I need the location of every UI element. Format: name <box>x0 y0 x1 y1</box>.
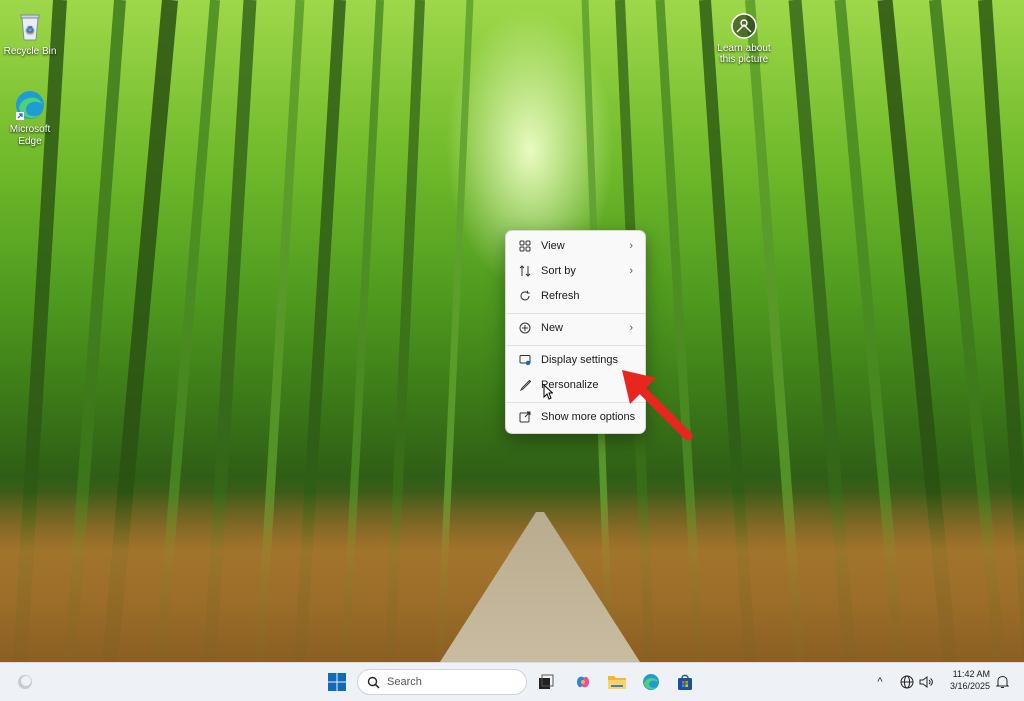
menu-item-new[interactable]: New › <box>510 316 641 340</box>
menu-divider <box>506 345 645 346</box>
task-view-icon <box>539 674 554 689</box>
taskbar: Search ^ 11:42 AM 3/16/2025 <box>0 662 1024 701</box>
microsoft-store-button[interactable] <box>672 669 698 695</box>
chevron-right-icon: › <box>629 322 633 334</box>
menu-item-label: New <box>541 322 564 334</box>
copilot-button[interactable] <box>570 669 596 695</box>
desktop-icon-label: Microsoft Edge <box>9 124 51 147</box>
menu-item-label: Display settings <box>541 354 619 366</box>
desktop-icon-label: Recycle Bin <box>3 46 57 57</box>
menu-item-sort-by[interactable]: Sort by › <box>510 259 641 283</box>
camera-lens-icon <box>730 12 758 40</box>
menu-item-refresh[interactable]: Refresh <box>510 284 641 308</box>
menu-item-label: View <box>541 240 565 252</box>
mouse-cursor-icon <box>543 383 554 405</box>
red-annotation-arrow-icon <box>610 362 700 447</box>
menu-item-label: Sort by <box>541 265 576 277</box>
globe-network-icon <box>900 675 914 689</box>
menu-item-label: Refresh <box>541 290 580 302</box>
volume-button[interactable] <box>916 669 936 695</box>
chevron-up-icon: ^ <box>877 676 883 688</box>
svg-text:♻: ♻ <box>26 25 35 36</box>
recycle-bin-icon: ♻ <box>13 10 47 44</box>
weather-widget-icon <box>18 675 32 689</box>
show-hidden-icons-button[interactable]: ^ <box>870 669 890 695</box>
notifications-button[interactable] <box>992 669 1012 695</box>
start-button[interactable] <box>324 669 350 695</box>
network-button[interactable] <box>897 669 917 695</box>
clock[interactable]: 11:42 AM 3/16/2025 <box>950 668 990 692</box>
windows-logo-icon <box>328 673 346 691</box>
widgets-button[interactable] <box>12 669 38 695</box>
new-plus-icon <box>518 321 532 335</box>
edge-taskbar-button[interactable] <box>638 669 664 695</box>
speaker-icon <box>919 676 933 688</box>
copilot-icon <box>577 676 589 688</box>
personalize-brush-icon <box>518 378 532 392</box>
bell-icon <box>995 675 1009 688</box>
chevron-right-icon: › <box>629 265 633 277</box>
menu-item-view[interactable]: View › <box>510 234 641 258</box>
edge-icon <box>643 674 659 690</box>
clock-date: 3/16/2025 <box>949 681 990 691</box>
store-bag-icon <box>678 674 692 690</box>
clock-time: 11:42 AM <box>952 669 990 679</box>
task-view-button[interactable] <box>533 669 559 695</box>
taskbar-search-box[interactable]: Search <box>357 669 527 695</box>
folder-icon <box>608 676 626 689</box>
edge-icon <box>13 88 47 122</box>
learn-about-this-picture[interactable]: Learn about this picture <box>712 12 776 65</box>
menu-divider <box>506 313 645 314</box>
sort-icon <box>518 264 532 278</box>
view-grid-icon <box>518 239 532 253</box>
search-icon <box>367 676 380 689</box>
desktop-icon-recycle-bin[interactable]: ♻ Recycle Bin <box>0 10 60 58</box>
show-more-options-icon <box>518 410 532 424</box>
chevron-right-icon: › <box>629 240 633 252</box>
refresh-icon <box>518 289 532 303</box>
display-settings-icon <box>518 353 532 367</box>
search-placeholder: Search <box>387 676 422 688</box>
file-explorer-button[interactable] <box>604 669 630 695</box>
learn-about-label: Learn about this picture <box>717 43 771 65</box>
desktop-icon-microsoft-edge[interactable]: Microsoft Edge <box>0 88 60 148</box>
